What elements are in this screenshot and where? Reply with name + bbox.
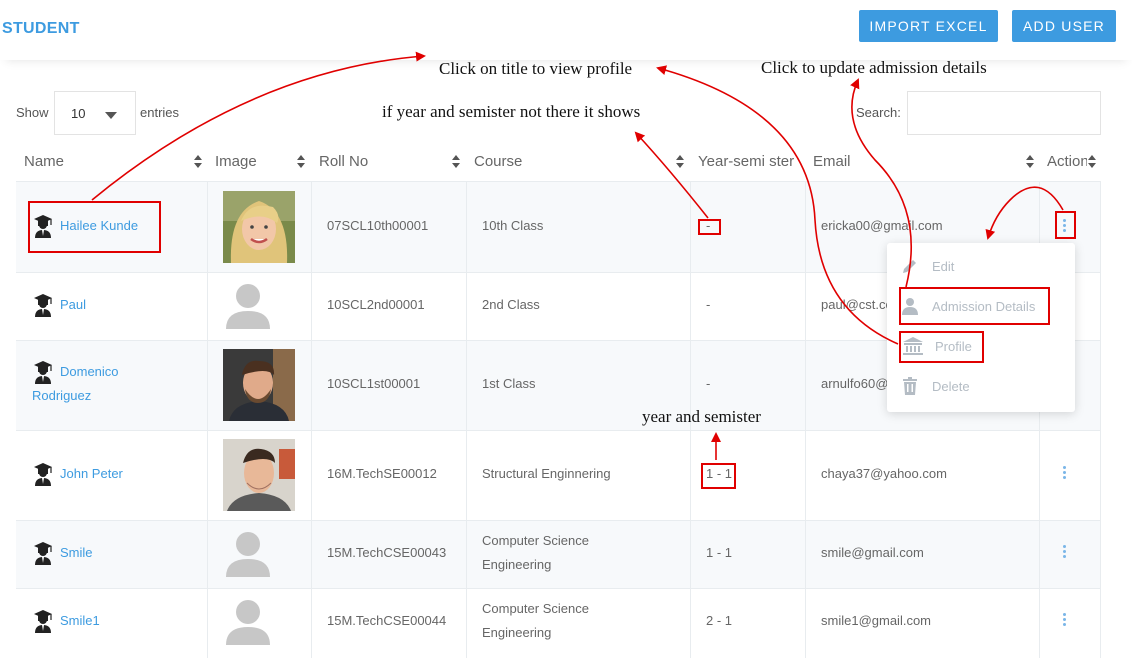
add-user-button[interactable]: ADD USER bbox=[1012, 10, 1116, 42]
column-header-course[interactable]: Course bbox=[474, 153, 522, 170]
avatar-placeholder-icon bbox=[226, 532, 270, 577]
sort-icon[interactable] bbox=[1026, 154, 1034, 170]
student-photo bbox=[223, 349, 295, 421]
highlight-box bbox=[899, 287, 1050, 325]
avatar-placeholder-icon bbox=[226, 284, 270, 329]
sort-icon[interactable] bbox=[452, 154, 460, 170]
course-cell: Computer Science bbox=[482, 601, 589, 616]
roll-no-cell: 10SCL1st00001 bbox=[327, 376, 421, 391]
roll-no-cell: 15M.TechCSE00043 bbox=[327, 545, 447, 560]
more-actions-icon[interactable] bbox=[1063, 613, 1067, 627]
column-header-image[interactable]: Image bbox=[215, 153, 257, 170]
annotation-year-note: year and semister bbox=[642, 407, 761, 426]
roll-no-cell: 07SCL10th00001 bbox=[327, 218, 429, 233]
search-input[interactable] bbox=[907, 91, 1101, 135]
annotation-admission-note: Click to update admission details bbox=[761, 58, 987, 77]
column-divider bbox=[805, 181, 806, 658]
sort-icon[interactable] bbox=[676, 154, 684, 170]
column-divider bbox=[311, 181, 312, 658]
entries-value: 10 bbox=[71, 106, 86, 121]
search-label: Search: bbox=[856, 105, 901, 120]
column-header-email[interactable]: Email bbox=[813, 153, 851, 170]
more-actions-icon[interactable] bbox=[1063, 466, 1067, 480]
email-cell: ericka00@gmail.com bbox=[821, 218, 943, 233]
import-excel-button[interactable]: IMPORT EXCEL bbox=[859, 10, 998, 42]
sort-icon[interactable] bbox=[1088, 154, 1096, 170]
menu-item-edit[interactable]: Edit bbox=[887, 247, 1075, 287]
roll-no-cell: 16M.TechSE00012 bbox=[327, 466, 437, 481]
show-label: Show bbox=[16, 105, 49, 120]
year-semester-cell: 1 - 1 bbox=[706, 545, 733, 560]
student-name-link[interactable]: John Peter bbox=[60, 462, 123, 486]
column-divider bbox=[466, 181, 467, 658]
student-name-link[interactable]: Smile bbox=[60, 541, 93, 565]
page-title: STUDENT bbox=[2, 20, 80, 37]
year-semester-cell: - bbox=[706, 297, 711, 312]
column-divider bbox=[207, 181, 208, 658]
roll-no-cell: 10SCL2nd00001 bbox=[327, 297, 425, 312]
column-header-name[interactable]: Name bbox=[24, 153, 64, 170]
email-cell: paul@cst.co bbox=[821, 297, 893, 312]
column-divider bbox=[1100, 181, 1101, 658]
email-cell: smile@gmail.com bbox=[821, 545, 924, 560]
course-cell: Computer Science bbox=[482, 533, 589, 548]
menu-item-label: Delete bbox=[932, 379, 970, 394]
column-header-year-semester[interactable]: Year-semi ster bbox=[698, 153, 802, 170]
column-header-roll-no[interactable]: Roll No bbox=[319, 153, 368, 170]
highlight-box bbox=[899, 331, 984, 363]
student-photo bbox=[223, 439, 295, 511]
menu-item-label: Edit bbox=[932, 259, 955, 274]
roll-no-cell: 15M.TechCSE00044 bbox=[327, 613, 447, 628]
course-cell: Engineering bbox=[482, 557, 552, 572]
top-bar: STUDENT IMPORT EXCEL ADD USER bbox=[0, 0, 1132, 60]
year-semester-cell: 2 - 1 bbox=[706, 613, 733, 628]
highlight-box bbox=[701, 463, 736, 489]
email-cell: arnulfo60@ bbox=[821, 376, 889, 391]
pencil-icon bbox=[903, 260, 916, 273]
graduate-icon bbox=[34, 610, 52, 633]
sort-icon[interactable] bbox=[297, 154, 305, 170]
graduate-icon bbox=[34, 294, 52, 317]
chevron-down-icon bbox=[105, 112, 117, 119]
graduate-icon bbox=[34, 463, 52, 486]
student-name-link[interactable]: Smile1 bbox=[60, 609, 100, 633]
entries-select[interactable]: 10 bbox=[54, 91, 136, 135]
course-cell: Structural Enginnering bbox=[482, 466, 611, 481]
course-cell: Engineering bbox=[482, 625, 552, 640]
action-menu: Edit Admission Details Profile Delete bbox=[887, 243, 1075, 412]
trash-icon bbox=[903, 377, 917, 395]
column-header-action[interactable]: Action bbox=[1047, 153, 1087, 170]
highlight-box bbox=[698, 219, 721, 235]
student-name-link[interactable]: Domenico bbox=[60, 360, 119, 384]
student-photo bbox=[223, 191, 295, 263]
email-cell: chaya37@yahoo.com bbox=[821, 466, 947, 481]
highlight-box bbox=[28, 201, 161, 253]
entries-label: entries bbox=[140, 105, 180, 120]
course-cell: 2nd Class bbox=[482, 297, 540, 312]
graduate-icon bbox=[34, 542, 52, 565]
annotation-year-missing-note: if year and semister not there it shows bbox=[382, 102, 641, 121]
menu-item-delete[interactable]: Delete bbox=[887, 367, 1075, 407]
email-cell: smile1@gmail.com bbox=[821, 613, 931, 628]
sort-icon[interactable] bbox=[194, 154, 202, 170]
avatar-placeholder-icon bbox=[226, 600, 270, 645]
student-name-link[interactable]: Rodriguez bbox=[32, 384, 91, 408]
highlight-box bbox=[1055, 211, 1076, 239]
annotation-title-note: Click on title to view profile bbox=[439, 59, 633, 78]
student-name-link[interactable]: Paul bbox=[60, 293, 86, 317]
year-semester-cell: - bbox=[706, 376, 711, 391]
course-cell: 10th Class bbox=[482, 218, 544, 233]
course-cell: 1st Class bbox=[482, 376, 536, 391]
graduate-icon bbox=[34, 361, 52, 384]
more-actions-icon[interactable] bbox=[1063, 545, 1067, 559]
